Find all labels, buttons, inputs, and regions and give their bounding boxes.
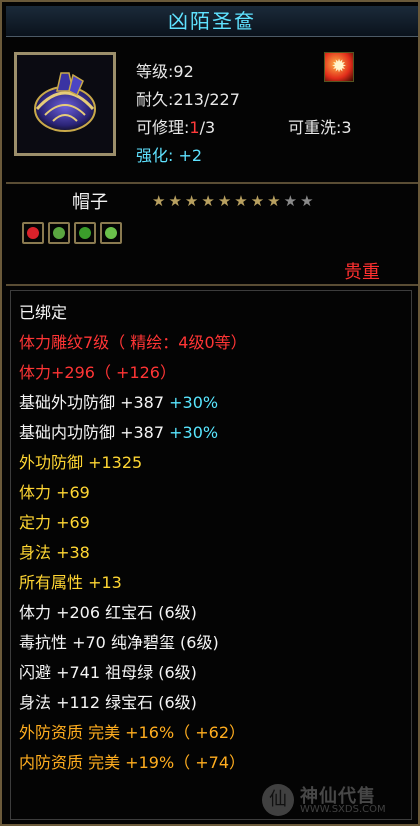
- rarity-label: 贵重: [344, 262, 380, 283]
- attribute-line: 闪避 +741 祖母绿 (6级): [19, 663, 197, 682]
- attribute-line: 外功防御 +1325: [19, 453, 143, 472]
- repair-label: 可修理: [136, 118, 185, 137]
- attribute-line-label: 基础外功防御 +387: [19, 393, 165, 412]
- attribute-line: 已绑定: [19, 303, 68, 322]
- attribute-line-bonus: +30%: [169, 393, 219, 412]
- attribute-line: 毒抗性 +70 纯净碧玺 (6级): [19, 633, 219, 652]
- strengthen-stat: 强化: +2: [136, 146, 203, 165]
- attribute-line: 体力雕纹7级（ 精绘：4级0等）: [19, 333, 247, 352]
- level-stat: 等级:92: [136, 62, 194, 81]
- attribute-line: 身法 +38: [19, 543, 90, 562]
- attribute-line: 外防资质 完美 +16%（ +62）: [19, 723, 245, 742]
- level-value: 92: [173, 62, 194, 81]
- star-filled-icon: ★: [217, 192, 232, 210]
- attribute-line-bonus: +30%: [169, 423, 219, 442]
- star-filled-icon: ★: [250, 192, 265, 210]
- divider: [6, 284, 418, 286]
- fire-charm-icon: ✹: [324, 52, 354, 82]
- star-empty-icon: ★: [300, 192, 314, 210]
- attribute-line: 所有属性 +13: [19, 573, 122, 592]
- repair-stat: 可修理:1/3: [136, 118, 216, 137]
- star-rating: ★ ★ ★ ★ ★ ★ ★ ★ ★ ★: [152, 193, 314, 209]
- ruby-gem-icon: [22, 222, 44, 244]
- emerald-gem-icon: [74, 222, 96, 244]
- attribute-line: 内防资质 完美 +19%（ +74）: [19, 753, 245, 772]
- watermark-url: WWW.SXDS.COM: [300, 804, 386, 815]
- star-filled-icon: ★: [184, 192, 199, 210]
- helmet-icon: [34, 72, 96, 132]
- green-gem-icon: [100, 222, 122, 244]
- strengthen-value: +2: [178, 146, 203, 165]
- attribute-list: 已绑定 体力雕纹7级（ 精绘：4级0等） 体力+296（ +126） 基础外功防…: [10, 290, 412, 820]
- watermark: 仙 神仙代售 WWW.SXDS.COM: [262, 780, 412, 822]
- strengthen-label: 强化: [136, 146, 169, 165]
- jade-gem-icon: [48, 222, 70, 244]
- divider: [6, 182, 418, 184]
- star-filled-icon: ★: [201, 192, 215, 210]
- title-bar: 凶陌圣奩: [6, 6, 418, 37]
- rewash-value: 3: [341, 118, 352, 137]
- item-header: 等级:92 耐久:213/227 可修理:1/3 可重洗:3 强化: +2 ✹: [6, 40, 418, 180]
- watermark-logo-icon: 仙: [262, 784, 294, 816]
- star-filled-icon: ★: [168, 192, 182, 210]
- durability-stat: 耐久:213/227: [136, 90, 240, 109]
- attribute-line: 基础内功防御 +387 +30%: [19, 419, 218, 443]
- level-label: 等级: [136, 62, 169, 81]
- star-filled-icon: ★: [267, 192, 281, 210]
- attribute-line: 体力 +69: [19, 483, 90, 502]
- attribute-line: 定力 +69: [19, 513, 90, 532]
- item-name: 凶陌圣奩: [168, 9, 256, 33]
- durability-label: 耐久: [136, 90, 169, 109]
- durability-value: 213/227: [173, 90, 240, 109]
- gem-slots: [22, 222, 122, 244]
- attribute-line: 体力+296（ +126）: [19, 363, 176, 382]
- star-filled-icon: ★: [152, 192, 166, 210]
- star-empty-icon: ★: [283, 192, 298, 210]
- attribute-line: 体力 +206 红宝石 (6级): [19, 603, 197, 622]
- attribute-line: 身法 +112 绿宝石 (6级): [19, 693, 197, 712]
- item-icon-frame: [14, 52, 116, 156]
- rewash-label: 可重洗: [288, 118, 337, 137]
- item-tooltip-panel: 凶陌圣奩 等级:92 耐久:213/227 可修理:1/3 可重洗:3 强化: …: [0, 0, 420, 826]
- item-type: 帽子: [72, 192, 108, 213]
- star-filled-icon: ★: [234, 192, 248, 210]
- attribute-line-label: 基础内功防御 +387: [19, 423, 165, 442]
- repair-total: /3: [199, 118, 216, 137]
- rewash-stat: 可重洗:3: [288, 118, 352, 137]
- attribute-line: 基础外功防御 +387 +30%: [19, 389, 218, 413]
- repair-used: 1: [189, 118, 200, 137]
